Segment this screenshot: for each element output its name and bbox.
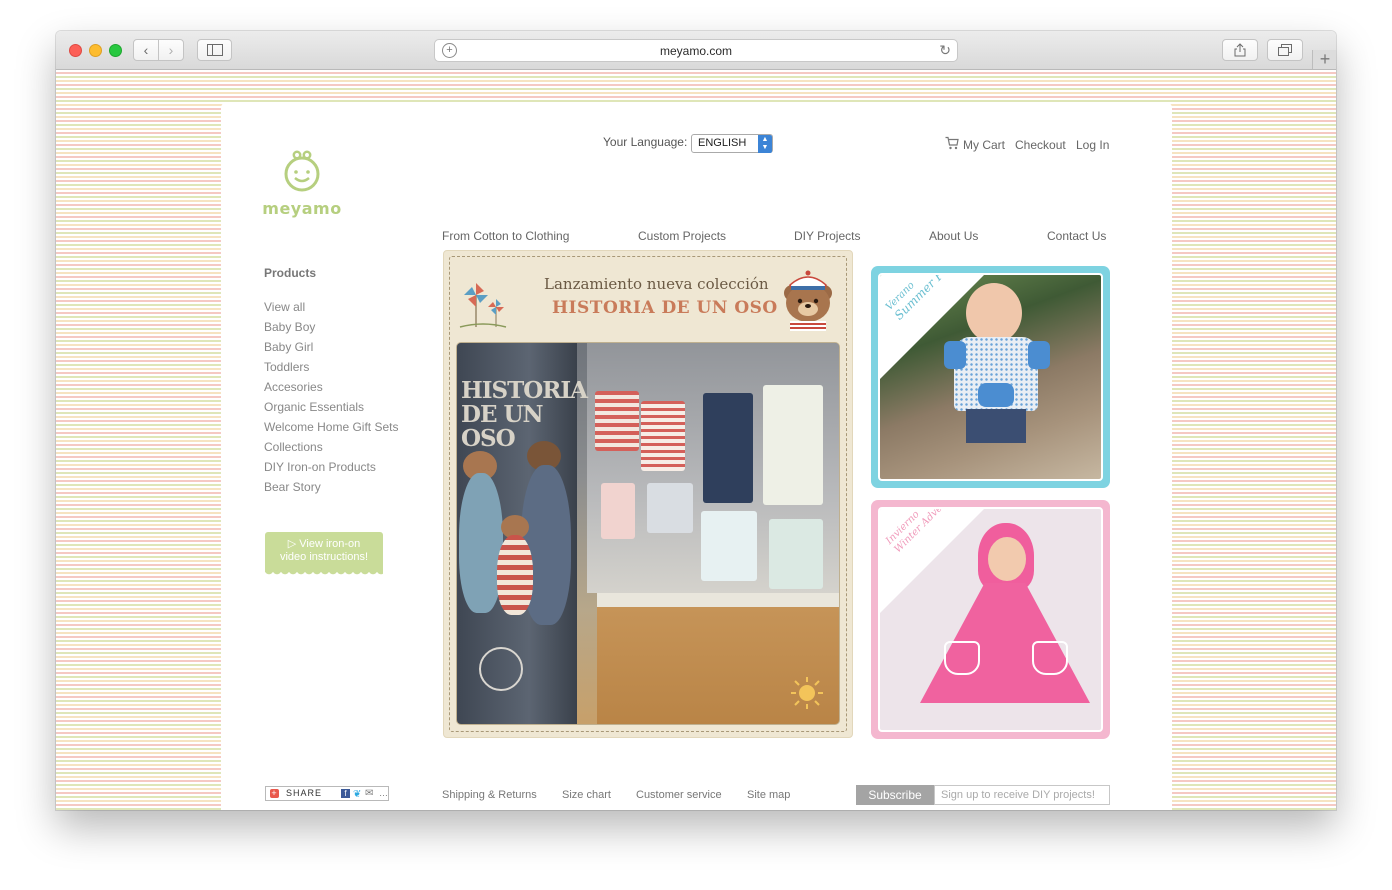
footer-link-site-map[interactable]: Site map (747, 789, 790, 801)
sidebar-item-view-all[interactable]: View all (264, 297, 398, 317)
minimize-window-button[interactable] (89, 44, 102, 57)
chevron-updown-icon: ▲ ▼ (758, 135, 772, 153)
webpage: meyamo Your Language: ENGLISH ▲ ▼ My Cart… (56, 70, 1336, 810)
url-text: meyamo.com (659, 44, 733, 58)
child-face (988, 537, 1026, 581)
baby-face-logo-icon (284, 150, 320, 192)
sidebar-item-baby-girl[interactable]: Baby Girl (264, 337, 398, 357)
sidebar-item-accesories[interactable]: Accesories (264, 377, 398, 397)
footer-link-shipping-returns[interactable]: Shipping & Returns (442, 789, 537, 801)
garment-mint-dress (701, 511, 757, 581)
close-window-button[interactable] (69, 44, 82, 57)
tabs-icon (1278, 44, 1292, 56)
nav-from-cotton-to-clothing[interactable]: From Cotton to Clothing (442, 229, 569, 243)
sidebar-icon (206, 44, 223, 56)
address-bar[interactable]: + meyamo.com ↻ (434, 39, 958, 62)
feature-banner[interactable]: Lanzamiento nueva colección HISTORIA DE … (443, 250, 853, 738)
twitter-icon[interactable]: ❦ (353, 788, 361, 801)
feature-title-line1: Lanzamiento nueva colección (544, 275, 769, 293)
browser-titlebar: ‹ › + meyamo.com ↻ + (56, 31, 1336, 70)
sidebar-item-welcome-home-gift-sets[interactable]: Welcome Home Gift Sets (264, 417, 398, 437)
plus-icon: + (270, 788, 279, 798)
my-cart-link[interactable]: My Cart (963, 138, 1005, 152)
video-button-line2: video instructions! (279, 551, 369, 563)
pillar-text-line1: HISTORIA (461, 377, 588, 404)
share-widget[interactable]: + SHARE f ❦ ✉ … (265, 786, 389, 801)
checkout-link[interactable]: Checkout (1015, 138, 1066, 152)
share-button[interactable] (1222, 39, 1258, 61)
view-iron-on-video-button[interactable]: ▷ View iron-on video instructions! (265, 532, 383, 572)
sidebar-toggle-button[interactable] (197, 39, 232, 61)
winter-adventures-photo: Invierno Winter Adventures (878, 507, 1103, 732)
garment-ruffle-dress (769, 519, 823, 589)
summer-fun-promo[interactable]: Verano Summer Fun (871, 266, 1110, 488)
product-sidebar: Products View all Baby Boy Baby Girl Tod… (264, 266, 398, 497)
login-link[interactable]: Log In (1076, 138, 1109, 152)
pinwheel-icon (459, 283, 507, 328)
nav-diy-projects[interactable]: DIY Projects (794, 229, 860, 243)
child-pocket (978, 383, 1014, 407)
garment-pink-dress (601, 483, 635, 539)
footer-link-customer-service[interactable]: Customer service (636, 789, 722, 801)
subscribe-email-input[interactable]: Sign up to receive DIY projects! (934, 785, 1110, 805)
nav-contact-us[interactable]: Contact Us (1047, 229, 1106, 243)
forward-button[interactable]: › (158, 39, 184, 61)
pillar-text: HISTORIA DE UN OSO (461, 377, 588, 452)
new-tab-button[interactable]: + (1312, 50, 1336, 69)
zoom-window-button[interactable] (109, 44, 122, 57)
sidebar-list: View all Baby Boy Baby Girl Toddlers Acc… (264, 297, 398, 497)
sidebar-item-diy-iron-on-products[interactable]: DIY Iron-on Products (264, 457, 398, 477)
content-area: meyamo Your Language: ENGLISH ▲ ▼ My Cart… (221, 102, 1172, 810)
share-label: SHARE (286, 788, 323, 798)
child-sleeve (1028, 341, 1050, 369)
subscribe-button[interactable]: Subscribe (856, 785, 934, 805)
meyamo-badge (479, 647, 523, 691)
reload-icon[interactable]: ↻ (939, 42, 951, 59)
garment-grey-shirt (647, 483, 693, 533)
tab-overview-button[interactable] (1267, 39, 1303, 61)
video-button-scallop (265, 570, 383, 576)
garment-denim-overall (703, 393, 753, 503)
garment-striped-top (641, 401, 685, 471)
chevron-right-icon: › (168, 42, 174, 58)
child-shorts (966, 409, 1026, 443)
sidebar-item-collections[interactable]: Collections (264, 437, 398, 457)
logo-text: meyamo (262, 199, 342, 218)
site-logo[interactable]: meyamo (261, 150, 343, 218)
pillar-text-line2: DE UN OSO (461, 401, 544, 452)
bear-illustration-body (459, 473, 503, 613)
language-label: Your Language: (603, 135, 688, 149)
bear-illustration-body (497, 535, 533, 615)
mail-icon[interactable]: ✉ (365, 787, 373, 800)
feature-title-line2: HISTORIA DE UN OSO (552, 298, 778, 318)
more-icon[interactable]: … (379, 787, 388, 800)
video-button-line1: ▷ View iron-on (287, 538, 361, 550)
sidebar-item-toddlers[interactable]: Toddlers (264, 357, 398, 377)
sidebar-item-bear-story[interactable]: Bear Story (264, 477, 398, 497)
garment-white-onesie (763, 385, 823, 505)
poncho-pocket (1032, 641, 1068, 675)
nav-custom-projects[interactable]: Custom Projects (638, 229, 726, 243)
summer-fun-photo: Verano Summer Fun (878, 273, 1103, 481)
cart-icon[interactable] (945, 136, 959, 150)
bear-sailor-icon (784, 270, 832, 331)
garment-striped-top (595, 391, 639, 451)
poncho-pocket (944, 641, 980, 675)
sun-icon (791, 677, 823, 709)
back-button[interactable]: ‹ (133, 39, 159, 61)
facebook-icon[interactable]: f (341, 789, 350, 798)
browser-window: ‹ › + meyamo.com ↻ + meyamo Your Languag… (56, 31, 1336, 810)
store-display-photo: HISTORIA DE UN OSO (456, 342, 840, 725)
language-value: ENGLISH (698, 137, 747, 149)
sidebar-item-baby-boy[interactable]: Baby Boy (264, 317, 398, 337)
language-select[interactable]: ENGLISH ▲ ▼ (691, 134, 773, 153)
winter-adventures-promo[interactable]: Invierno Winter Adventures (871, 500, 1110, 739)
sidebar-title: Products (264, 266, 317, 280)
chevron-left-icon: ‹ (143, 42, 149, 58)
share-icon (1234, 43, 1246, 57)
nav-about-us[interactable]: About Us (929, 229, 978, 243)
sidebar-item-organic-essentials[interactable]: Organic Essentials (264, 397, 398, 417)
footer-link-size-chart[interactable]: Size chart (562, 789, 611, 801)
